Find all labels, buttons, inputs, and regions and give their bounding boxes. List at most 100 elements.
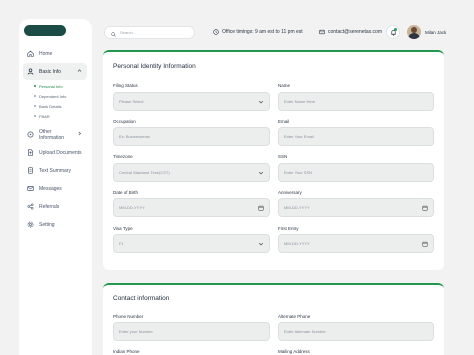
contact-email-text: contact@serenetax.com: [328, 29, 382, 35]
alternate-phone-placeholder: Enter Alternate Number: [284, 329, 326, 334]
bell-icon: [390, 23, 397, 41]
submenu-item-fbar[interactable]: FBAR: [34, 111, 87, 121]
search-icon: [111, 24, 116, 42]
dob-label: Date of Birth: [113, 190, 139, 195]
name-placeholder: Enter Name Here: [284, 99, 316, 104]
email-placeholder: Enter Your Email: [284, 134, 314, 139]
chevron-down-icon: [257, 169, 264, 176]
sidebar-item-label: Home: [39, 50, 53, 57]
search-bar[interactable]: [104, 26, 195, 39]
office-timings: Office timings: 9 am est to 11 pm est: [213, 29, 303, 35]
calendar-icon[interactable]: [257, 204, 264, 211]
document-icon: [27, 167, 34, 174]
sidebar-item-label: Other Information: [39, 128, 65, 141]
first-entry-input[interactable]: MM-DD-YYYY: [278, 234, 434, 253]
name-input[interactable]: Enter Name Here: [278, 92, 434, 111]
submenu-item-label: FBAR: [39, 113, 50, 119]
sidebar-nav: Home Basic Info Personal Info Dependent …: [23, 45, 87, 234]
chevron-up-icon: [77, 68, 82, 75]
contact-information-card: Contact information Phone Number Enter y…: [103, 283, 444, 355]
sidebar-item-label: Upload Documents: [39, 149, 82, 156]
calendar-icon[interactable]: [421, 204, 428, 211]
timezone-label: Timezone: [113, 154, 133, 159]
sidebar-item-label: Text Summary: [39, 167, 71, 174]
submenu-item-label: Dependent Info: [39, 93, 67, 99]
sidebar-item-referrals[interactable]: Referrals: [23, 198, 87, 215]
contact-email[interactable]: contact@serenetax.com: [319, 29, 382, 35]
name-label: Name: [278, 83, 291, 88]
phone-placeholder: Enter your Number: [119, 329, 153, 334]
dob-placeholder: MM-DD-YYYY: [119, 205, 145, 210]
email-field[interactable]: Enter Your Email: [278, 127, 434, 146]
ssn-input[interactable]: Enter Your SSN: [278, 163, 434, 182]
alternate-phone-label: Alternate Phone: [278, 314, 311, 319]
office-timings-text: Office timings: 9 am est to 11 pm est: [222, 29, 303, 35]
filing-status-select[interactable]: Please Select: [113, 92, 270, 111]
sidebar-item-setting[interactable]: Setting: [23, 216, 87, 233]
logo[interactable]: [24, 25, 66, 36]
info-icon: [27, 131, 34, 138]
indian-phone-label: Indian Phone: [113, 349, 140, 354]
submenu-item-dependent-info[interactable]: Dependent Info: [34, 91, 87, 101]
sidebar-item-other-information[interactable]: Other Information: [23, 126, 87, 143]
upload-icon: [27, 149, 34, 156]
bullet-icon: [34, 85, 36, 87]
home-icon: [27, 50, 34, 57]
submenu-item-label: Personal Info: [39, 83, 63, 89]
anniversary-label: Anniversary: [278, 190, 302, 195]
gear-icon: [27, 221, 34, 228]
anniversary-placeholder: MM-DD-YYYY: [284, 205, 310, 210]
personal-identity-card: Personal Identity Information Filing Sta…: [103, 50, 444, 270]
sidebar-item-messages[interactable]: Messages: [23, 180, 87, 197]
alternate-phone-input[interactable]: Enter Alternate Number: [278, 322, 434, 341]
mailing-address-label: Mailing Address: [278, 349, 310, 354]
email-label: Email: [278, 119, 290, 124]
phone-input[interactable]: Enter your Number: [113, 322, 270, 341]
calendar-icon[interactable]: [421, 240, 428, 247]
submenu-item-label: Bank Details: [39, 103, 62, 109]
filing-status-value: Please Select: [119, 99, 144, 104]
notification-badge: [394, 28, 397, 31]
search-input[interactable]: [120, 30, 190, 35]
username[interactable]: Milan Jack: [425, 30, 446, 35]
visa-type-label: Visa Type: [113, 226, 133, 231]
sidebar-item-text-summary[interactable]: Text Summary: [23, 162, 87, 179]
occupation-placeholder: Ex: Businessman: [119, 134, 150, 139]
bullet-icon: [34, 105, 36, 107]
notification-button[interactable]: [386, 25, 400, 39]
visa-type-value: F1: [119, 241, 124, 246]
avatar[interactable]: [407, 25, 421, 39]
sidebar-item-label: Setting: [39, 221, 55, 228]
timezone-value: Central Standard Time(CST): [119, 170, 170, 175]
section-title: Personal Identity Information: [113, 63, 196, 70]
chevron-down-icon: [257, 240, 264, 247]
user-icon: [27, 68, 34, 75]
message-icon: [27, 185, 34, 192]
submenu-item-bank-details[interactable]: Bank Details: [34, 101, 87, 111]
anniversary-input[interactable]: MM-DD-YYYY: [278, 198, 434, 217]
ssn-placeholder: Enter Your SSN: [284, 170, 313, 175]
occupation-label: Occupation: [113, 119, 136, 124]
phone-label: Phone Number: [113, 314, 144, 319]
bullet-icon: [34, 115, 36, 117]
sidebar-item-home[interactable]: Home: [23, 45, 87, 62]
sidebar-item-label: Referrals: [39, 203, 60, 210]
first-entry-placeholder: MM-DD-YYYY: [284, 241, 310, 246]
timezone-select[interactable]: Central Standard Time(CST): [113, 163, 270, 182]
mail-icon: [319, 29, 325, 35]
bullet-icon: [34, 95, 36, 97]
sidebar-item-basic-info[interactable]: Basic Info: [23, 63, 87, 80]
first-entry-label: First Entry: [278, 226, 299, 231]
sidebar-item-upload-documents[interactable]: Upload Documents: [23, 144, 87, 161]
dob-input[interactable]: MM-DD-YYYY: [113, 198, 270, 217]
visa-type-select[interactable]: F1: [113, 234, 270, 253]
ssn-label: SSN: [278, 154, 288, 159]
submenu-item-personal-info[interactable]: Personal Info: [34, 81, 87, 91]
section-title: Contact information: [113, 295, 170, 302]
chevron-right-icon: [77, 131, 82, 138]
occupation-input[interactable]: Ex: Businessman: [113, 127, 270, 146]
basic-info-submenu: Personal Info Dependent Info Bank Detail…: [23, 81, 87, 121]
sidebar-item-label: Messages: [39, 185, 62, 192]
filing-status-label: Filing Status: [113, 83, 138, 88]
clock-icon: [213, 29, 219, 35]
